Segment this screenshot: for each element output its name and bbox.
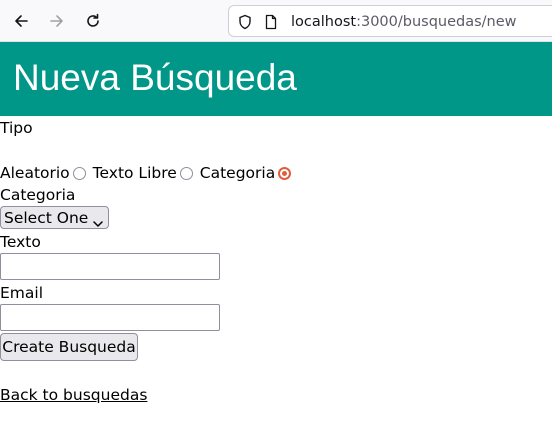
texto-label: Texto — [0, 233, 41, 251]
forward-arrow-icon[interactable] — [44, 8, 70, 34]
url-bar[interactable]: localhost:3000/busquedas/new — [228, 5, 552, 37]
url-path: :3000/busquedas/new — [356, 14, 517, 30]
email-input[interactable] — [0, 304, 220, 331]
categoria-label: Categoria — [0, 186, 76, 204]
categoria-select-value: Select One — [4, 208, 89, 227]
email-label: Email — [0, 284, 44, 302]
shield-icon[interactable] — [237, 14, 253, 30]
radio-texto-libre[interactable] — [179, 166, 193, 180]
radio-label-categoria: Categoria — [199, 164, 276, 182]
reload-icon[interactable] — [80, 8, 106, 34]
page-icon — [263, 14, 279, 30]
tipo-label: Tipo — [0, 119, 33, 137]
url-host: localhost — [291, 14, 357, 30]
create-busqueda-button[interactable]: Create Busqueda — [0, 333, 138, 361]
back-to-busquedas-link[interactable]: Back to busquedas — [0, 385, 147, 405]
page-header: Nueva Búsqueda — [0, 42, 552, 116]
tipo-radio-group: Aleatorio Texto Libre Categoria — [0, 162, 298, 184]
browser-toolbar: localhost:3000/busquedas/new — [0, 0, 552, 42]
texto-input[interactable] — [0, 253, 220, 280]
back-arrow-icon[interactable] — [8, 8, 34, 34]
radio-categoria[interactable] — [278, 166, 292, 180]
radio-label-aleatorio: Aleatorio — [0, 164, 70, 182]
page-title: Nueva Búsqueda — [13, 57, 297, 98]
radio-aleatorio[interactable] — [72, 166, 86, 180]
url-text[interactable]: localhost:3000/busquedas/new — [291, 13, 517, 31]
radio-label-texto-libre: Texto Libre — [92, 164, 177, 182]
chevron-down-icon — [93, 214, 103, 232]
categoria-select[interactable]: Select One — [0, 206, 109, 229]
